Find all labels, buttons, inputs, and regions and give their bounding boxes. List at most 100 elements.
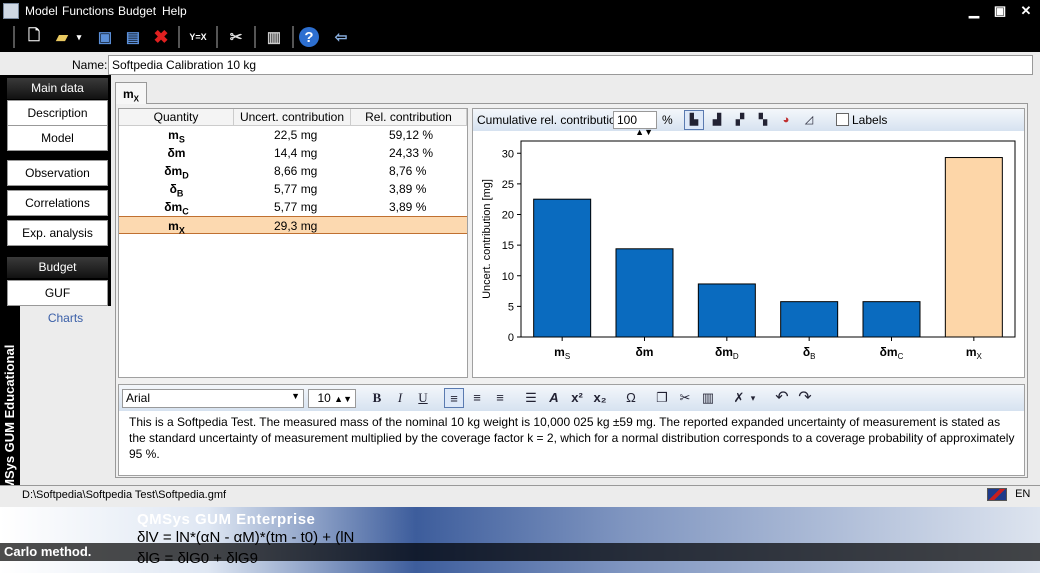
- cell-rel-contribution: 59,12 %: [389, 128, 434, 142]
- cell-rel-contribution: 8,76 %: [389, 164, 427, 178]
- toolbar: 🗋 ▰ ▾ ▣ ▤ ✖ Y=X ✂ ▥ ? ⇦: [0, 22, 1040, 52]
- table-row[interactable]: δB 5,77 mg 3,89 %: [119, 180, 467, 198]
- superscript-icon[interactable]: x²: [567, 388, 587, 408]
- cell-uncert-contribution: 8,66 mg: [274, 164, 318, 178]
- exit-icon[interactable]: ⇦: [329, 25, 353, 49]
- paste-icon[interactable]: ▥: [698, 388, 718, 408]
- cut-icon[interactable]: ✂: [675, 388, 695, 408]
- font-size-select[interactable]: 10 ▲▼: [308, 389, 356, 408]
- bullet-list-icon[interactable]: ☰: [521, 388, 541, 408]
- uncertainty-bar-chart: 0 5 10 15 20 25 30 Uncert. contribution [mg] mS δ…: [481, 140, 1016, 361]
- language-indicator[interactable]: EN: [987, 488, 1037, 506]
- app-icon[interactable]: [3, 3, 19, 19]
- cell-rel-contribution: 3,89 %: [389, 200, 427, 214]
- x-tick-label: δB: [803, 345, 816, 361]
- toolbar-separator: [216, 26, 218, 48]
- labels-checkbox[interactable]: [836, 113, 849, 126]
- chevron-down-icon[interactable]: ▾: [747, 388, 759, 408]
- help-icon[interactable]: ?: [299, 27, 319, 47]
- pareto-chart-icon[interactable]: ▚: [753, 110, 773, 130]
- col-header-quantity[interactable]: Quantity: [119, 109, 234, 126]
- nav-correlations[interactable]: Correlations: [7, 190, 108, 216]
- align-left-icon[interactable]: ≡: [444, 388, 464, 408]
- subscript-icon[interactable]: x₂: [590, 388, 610, 408]
- chevron-down-icon[interactable]: ▼: [291, 391, 300, 401]
- pie-chart-icon[interactable]: ◕: [776, 110, 796, 130]
- align-right-icon[interactable]: ≡: [490, 388, 510, 408]
- file-path: D:\Softpedia\Softpedia Test\Softpedia.gm…: [22, 489, 227, 501]
- description-text[interactable]: This is a Softpedia Test. The measured m…: [129, 414, 1019, 462]
- bar: [533, 198, 592, 338]
- spinner-icon[interactable]: ▲▼: [334, 394, 352, 404]
- cell-uncert-contribution: 29,3 mg: [274, 219, 318, 233]
- nav-observation[interactable]: Observation: [7, 160, 108, 186]
- restore-icon[interactable]: ▣: [992, 3, 1008, 19]
- close-icon[interactable]: ✕: [1018, 3, 1034, 19]
- table-row[interactable]: δmC 5,77 mg 3,89 %: [119, 198, 467, 216]
- underline-icon[interactable]: U: [413, 388, 433, 408]
- percent-label: %: [662, 113, 673, 127]
- menu-help[interactable]: Help: [162, 4, 187, 18]
- clipboard-icon[interactable]: ▥: [262, 25, 286, 49]
- nav-exp-analysis[interactable]: Exp. analysis: [7, 220, 108, 246]
- menu-functions[interactable]: Functions: [62, 4, 114, 18]
- cumulative-chart-icon[interactable]: ▞: [730, 110, 750, 130]
- new-file-icon[interactable]: 🗋: [22, 25, 46, 49]
- tools-icon[interactable]: ✂: [224, 25, 248, 49]
- y-tick-label: 30: [502, 148, 514, 160]
- bar-chart-icon[interactable]: ▙: [684, 110, 704, 130]
- y-tick-label: 5: [508, 301, 514, 313]
- bar: [615, 248, 674, 338]
- table-row[interactable]: δmD 8,66 mg 8,76 %: [119, 162, 467, 180]
- clear-format-icon[interactable]: ✗: [729, 388, 749, 408]
- open-folder-icon[interactable]: ▰: [50, 25, 74, 49]
- menu-model[interactable]: Model: [25, 4, 58, 18]
- save-icon[interactable]: ▣: [93, 25, 117, 49]
- undo-icon[interactable]: ↶: [772, 388, 792, 408]
- col-header-rel[interactable]: Rel. contribution: [351, 109, 467, 126]
- bar: [862, 301, 921, 338]
- name-label: Name:: [72, 58, 108, 72]
- nav-description[interactable]: Description: [7, 100, 108, 126]
- editor-toolbar: Arial ▼ 10 ▲▼ B I U ≡ ≡ ≡ ☰ A x² x₂ Ω ❐ ✂…: [119, 385, 1024, 411]
- tab-mx[interactable]: mX: [115, 82, 147, 104]
- bar: [780, 301, 839, 338]
- nav-guf[interactable]: GUF: [7, 280, 108, 306]
- model-equation-icon[interactable]: Y=X: [186, 25, 210, 49]
- special-character-icon[interactable]: Ω: [621, 388, 641, 408]
- nav-header-main-data: Main data: [7, 78, 108, 99]
- nav-model[interactable]: Model: [7, 125, 108, 151]
- align-center-icon[interactable]: ≡: [467, 388, 487, 408]
- save-as-icon[interactable]: ▤: [121, 25, 145, 49]
- menu-budget[interactable]: Budget: [118, 4, 156, 18]
- minimize-icon[interactable]: ▁: [966, 3, 982, 19]
- delete-icon[interactable]: ✖: [149, 25, 173, 49]
- line-chart-icon[interactable]: ◿: [799, 110, 819, 130]
- cumulative-spinner[interactable]: 100 ▲▼: [613, 111, 657, 137]
- y-tick-label: 20: [502, 210, 514, 222]
- col-header-uncert[interactable]: Uncert. contribution: [234, 109, 351, 126]
- copy-icon[interactable]: ❐: [652, 388, 672, 408]
- text-style-icon[interactable]: A: [544, 388, 564, 408]
- bar: [944, 157, 1003, 338]
- italic-icon[interactable]: I: [390, 388, 410, 408]
- cell-quantity: δm: [167, 146, 186, 160]
- font-select[interactable]: Arial ▼: [122, 389, 304, 408]
- name-field[interactable]: Softpedia Calibration 10 kg: [108, 55, 1033, 75]
- sorted-bar-chart-icon[interactable]: ▟: [707, 110, 727, 130]
- x-tick-label: mS: [554, 345, 570, 361]
- y-tick-label: 15: [502, 240, 514, 252]
- cell-quantity: δmC: [164, 200, 189, 217]
- font-size-value: 10: [317, 391, 331, 405]
- nav-charts[interactable]: Charts: [20, 306, 111, 330]
- nav-header-budget: Budget: [7, 257, 108, 278]
- table-row[interactable]: δm 14,4 mg 24,33 %: [119, 144, 467, 162]
- x-tick-label: δm: [636, 345, 654, 359]
- table-row[interactable]: mS 22,5 mg 59,12 %: [119, 126, 467, 144]
- redo-icon[interactable]: ↷: [795, 388, 815, 408]
- cell-quantity: mX: [168, 219, 185, 236]
- bold-icon[interactable]: B: [367, 388, 387, 408]
- table-row[interactable]: mX 29,3 mg: [119, 216, 467, 236]
- nav-empty-area: [20, 330, 111, 485]
- open-dropdown-icon[interactable]: ▾: [73, 25, 85, 49]
